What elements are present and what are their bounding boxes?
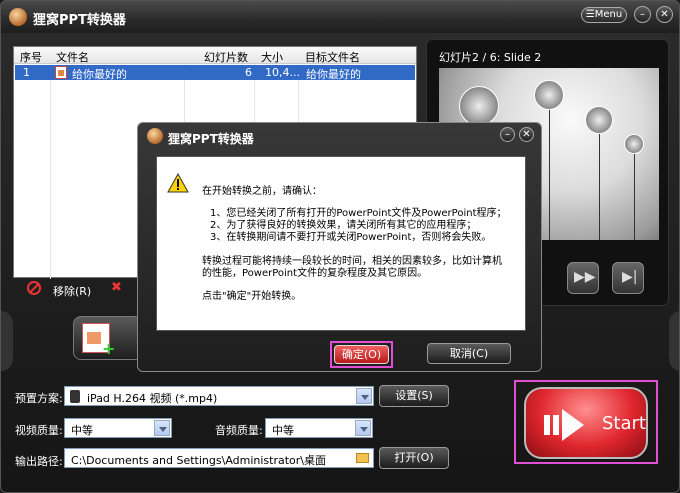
folder-icon[interactable] — [356, 453, 369, 463]
stem — [599, 123, 600, 240]
column-header-slides[interactable]: 幻灯片数 — [204, 49, 248, 65]
preset-label: 预置方案: — [15, 392, 63, 405]
app-logo-icon — [9, 8, 27, 26]
start-button[interactable]: Start — [524, 387, 648, 459]
app-logo-icon — [147, 128, 163, 144]
dialog-title: 狸窝PPT转换器 — [168, 132, 254, 146]
minimize-icon: – — [640, 9, 645, 20]
ok-button[interactable]: 确定(O) — [334, 345, 389, 364]
preset-select[interactable]: iPad H.264 视频 (*.mp4) — [64, 386, 374, 406]
clear-list-icon[interactable]: ✖ — [111, 281, 125, 295]
menu-button[interactable]: ☰Menu — [581, 7, 627, 23]
settings-button[interactable]: 设置(S) — [379, 385, 449, 407]
frame-decoration — [669, 311, 679, 371]
start-label: Start — [602, 413, 646, 434]
dialog-note-line-2: 的性能，PowerPoint文件的复杂程度及其它原因。 — [202, 268, 428, 279]
app-title: 狸窝PPT转换器 — [33, 13, 126, 28]
title-bar: 狸窝PPT转换器 ☰Menu – ✕ — [1, 1, 679, 33]
file-list-header: 序号 文件名 幻灯片数 大小 目标文件名 — [14, 47, 416, 64]
audio-quality-value: 中等 — [272, 424, 294, 437]
output-path-value: C:\Documents and Settings\Administrator\… — [71, 454, 327, 467]
chevron-down-icon[interactable] — [356, 388, 372, 404]
stem — [634, 148, 635, 240]
open-folder-button[interactable]: 打开(O) — [379, 447, 449, 469]
video-quality-value: 中等 — [71, 424, 93, 437]
table-row[interactable]: 1 给你最好的 6 10,4... 给你最好的 — [15, 65, 415, 81]
output-path-field[interactable]: C:\Documents and Settings\Administrator\… — [64, 448, 374, 468]
row-filename: 给你最好的 — [72, 68, 127, 81]
column-divider — [50, 47, 51, 279]
close-icon: ✕ — [660, 9, 669, 20]
minimize-icon: – — [505, 129, 510, 140]
cancel-button[interactable]: 取消(C) — [427, 343, 511, 364]
ppt-file-icon — [55, 66, 67, 79]
start-arrow-icon — [544, 409, 584, 441]
column-header-index[interactable]: 序号 — [20, 49, 42, 65]
dialog-message-area: 在开始转换之前，请确认： 1、您已经关闭了所有打开的PowerPoint文件及P… — [156, 156, 526, 331]
row-slides: 6 — [245, 66, 252, 79]
stem — [549, 98, 550, 240]
audio-quality-select[interactable]: 中等 — [265, 418, 373, 438]
column-header-target[interactable]: 目标文件名 — [305, 49, 360, 65]
dandelion — [585, 106, 613, 134]
chevron-down-icon[interactable] — [355, 420, 371, 436]
ipad-icon — [70, 390, 80, 403]
confirm-dialog: 狸窝PPT转换器 – ✕ 在开始转换之前，请确认： 1、您已经关闭了所有打开的P… — [137, 122, 542, 372]
row-target: 给你最好的 — [306, 68, 361, 81]
column-header-filename[interactable]: 文件名 — [56, 49, 89, 65]
dialog-minimize-button[interactable]: – — [500, 127, 515, 142]
close-button[interactable]: ✕ — [656, 6, 673, 23]
menu-label: Menu — [594, 9, 623, 20]
dandelion — [624, 134, 644, 154]
video-quality-label: 视频质量: — [15, 424, 63, 437]
warning-icon — [167, 173, 189, 193]
menu-icon: ☰ — [585, 9, 595, 20]
ok-highlight: 确定(O) — [330, 341, 393, 368]
remove-button[interactable]: 移除(R) — [53, 283, 91, 299]
dialog-intro-text: 在开始转换之前，请确认： — [202, 186, 322, 197]
close-icon: ✕ — [522, 129, 531, 140]
dialog-close-button[interactable]: ✕ — [519, 127, 534, 142]
remove-icon[interactable] — [27, 281, 41, 295]
skip-end-icon: ▶| — [622, 269, 638, 285]
dandelion — [534, 80, 564, 110]
plus-icon: + — [102, 339, 116, 358]
chevron-down-icon[interactable] — [154, 420, 170, 436]
preview-title: 幻灯片2 / 6: Slide 2 — [439, 51, 542, 64]
preset-value: iPad H.264 视频 (*.mp4) — [87, 392, 218, 405]
row-size: 10,4... — [265, 66, 300, 79]
next-slide-button[interactable]: ▶▶ — [567, 262, 599, 294]
dialog-item-3: 3、在转换期间请不要打开或关闭PowerPoint，否则将会失败。 — [210, 232, 492, 243]
last-slide-button[interactable]: ▶| — [612, 262, 644, 294]
dialog-instruction: 点击"确定"开始转换。 — [202, 291, 302, 302]
minimize-button[interactable]: – — [634, 6, 651, 23]
video-quality-select[interactable]: 中等 — [64, 418, 172, 438]
start-highlight: Start — [514, 380, 658, 464]
output-path-label: 输出路径: — [15, 455, 63, 468]
row-index: 1 — [23, 66, 30, 79]
column-header-size[interactable]: 大小 — [261, 49, 283, 65]
frame-decoration — [1, 311, 13, 371]
add-file-button[interactable]: + — [73, 316, 143, 360]
fast-forward-icon: ▶▶ — [574, 269, 596, 285]
main-window: 狸窝PPT转换器 ☰Menu – ✕ 序号 文件名 幻灯片数 大小 目标文件名 … — [0, 0, 680, 493]
audio-quality-label: 音频质量: — [215, 424, 263, 437]
dandelion — [459, 86, 499, 126]
